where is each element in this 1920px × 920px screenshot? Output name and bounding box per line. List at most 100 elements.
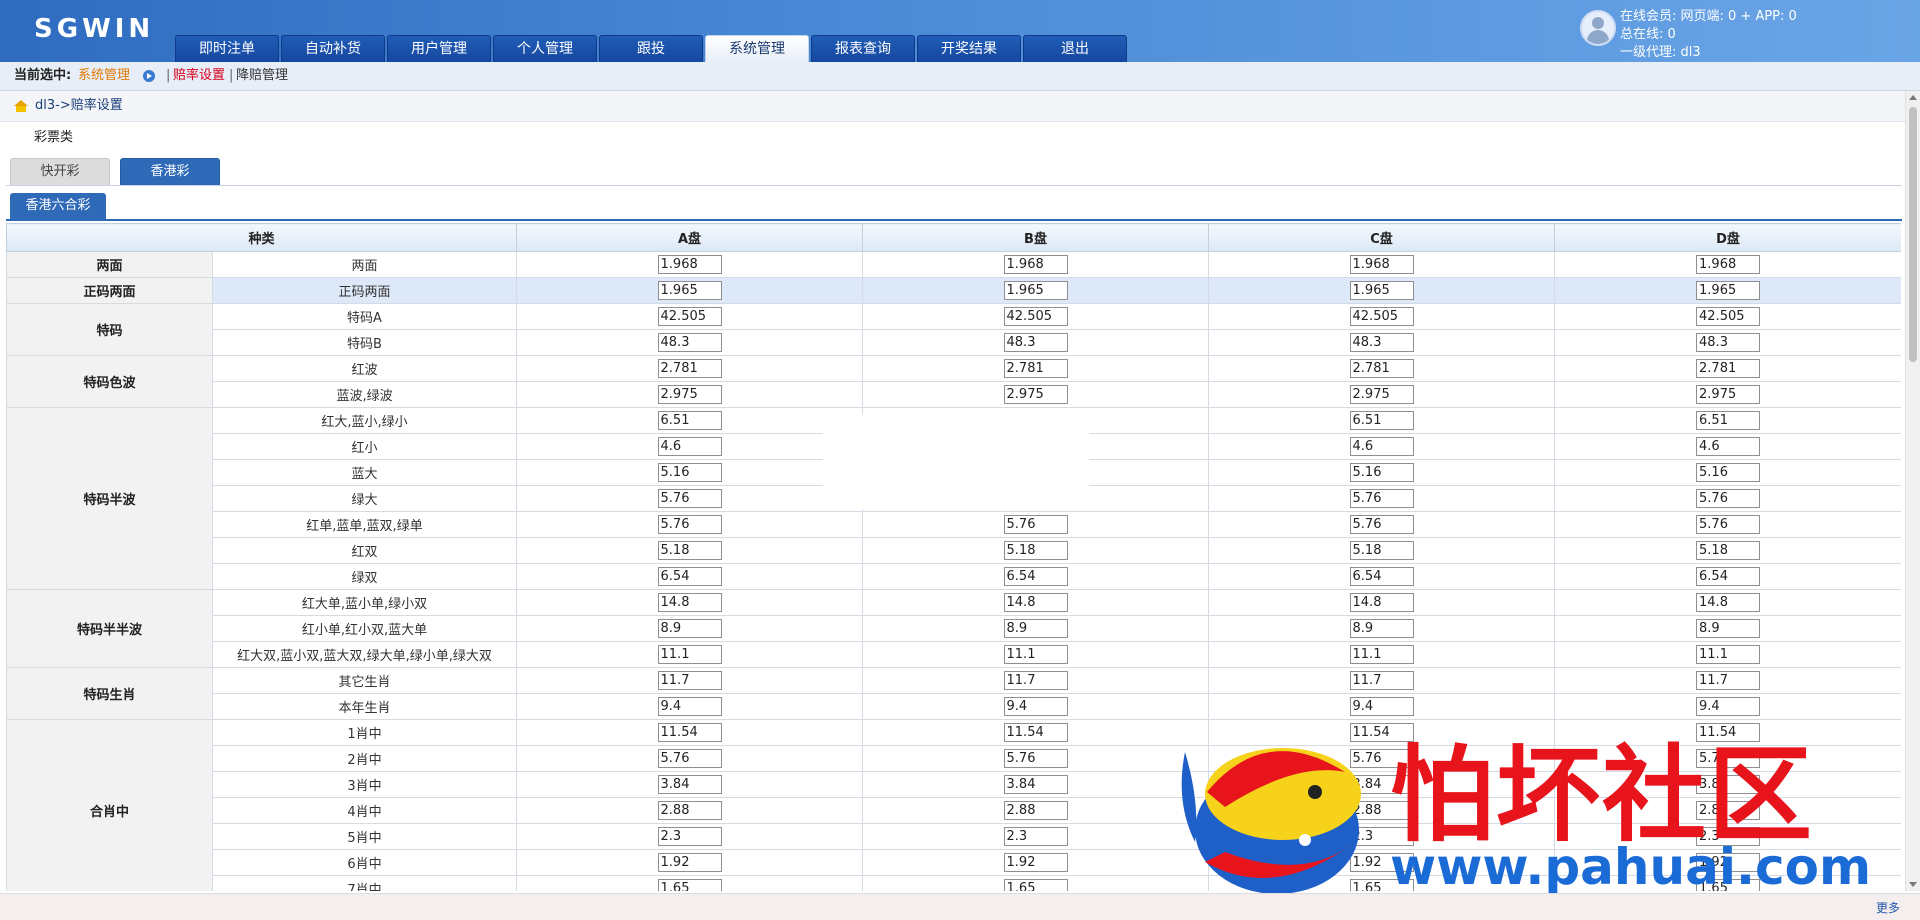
tab-reports[interactable]: 报表查询 bbox=[811, 35, 915, 62]
odds-input[interactable]: 2.781 bbox=[1349, 359, 1414, 378]
odds-input[interactable]: 14.8 bbox=[1003, 593, 1068, 612]
odds-input[interactable]: 5.16 bbox=[657, 463, 722, 482]
odds-input[interactable]: 3.84 bbox=[1003, 775, 1068, 794]
home-icon[interactable] bbox=[14, 100, 28, 112]
odds-input[interactable]: 1.965 bbox=[1696, 281, 1761, 300]
odds-input[interactable]: 5.76 bbox=[1349, 489, 1414, 508]
odds-input[interactable]: 3.84 bbox=[657, 775, 722, 794]
odds-input[interactable]: 1.65 bbox=[657, 879, 722, 891]
odds-input[interactable]: 2.975 bbox=[1349, 385, 1414, 404]
odds-input[interactable]: 2.975 bbox=[1003, 385, 1068, 404]
odds-input[interactable]: 11.54 bbox=[1003, 723, 1068, 742]
odds-input[interactable]: 6.51 bbox=[657, 411, 722, 430]
odds-input[interactable]: 5.76 bbox=[657, 489, 722, 508]
odds-input[interactable]: 2.3 bbox=[657, 827, 722, 846]
odds-input[interactable]: 6.51 bbox=[1696, 411, 1761, 430]
odds-input[interactable]: 11.1 bbox=[1003, 645, 1068, 664]
odds-input[interactable]: 5.76 bbox=[1696, 489, 1761, 508]
odds-input[interactable]: 9.4 bbox=[1003, 697, 1068, 716]
odds-input[interactable]: 2.975 bbox=[657, 385, 722, 404]
odds-input[interactable]: 42.505 bbox=[1696, 307, 1761, 326]
scroll-thumb[interactable] bbox=[1909, 107, 1917, 362]
odds-input[interactable]: 5.16 bbox=[1696, 463, 1761, 482]
odds-input[interactable]: 1.965 bbox=[657, 281, 722, 300]
odds-input[interactable]: 1.968 bbox=[1696, 255, 1761, 274]
odds-input[interactable]: 2.781 bbox=[1696, 359, 1761, 378]
odds-input[interactable]: 1.965 bbox=[1349, 281, 1414, 300]
odds-input[interactable]: 2.781 bbox=[657, 359, 722, 378]
odds-input[interactable]: 1.965 bbox=[1003, 281, 1068, 300]
odds-input[interactable]: 6.54 bbox=[1349, 567, 1414, 586]
odds-input[interactable]: 8.9 bbox=[1349, 619, 1414, 638]
odds-input[interactable]: 48.3 bbox=[1003, 333, 1068, 352]
logout-button[interactable]: 退出 bbox=[1023, 35, 1127, 62]
odds-input[interactable]: 1.65 bbox=[1003, 879, 1068, 891]
odds-input[interactable]: 4.6 bbox=[657, 437, 722, 456]
odds-input[interactable]: 5.18 bbox=[1349, 541, 1414, 560]
odds-input[interactable]: 48.3 bbox=[1696, 333, 1761, 352]
scroll-up-icon[interactable] bbox=[1909, 95, 1917, 100]
tab-user-management[interactable]: 用户管理 bbox=[387, 35, 491, 62]
odds-input[interactable]: 9.4 bbox=[657, 697, 722, 716]
odds-input[interactable]: 2.88 bbox=[657, 801, 722, 820]
odds-input[interactable]: 2.3 bbox=[1003, 827, 1068, 846]
odds-input[interactable]: 2.88 bbox=[1003, 801, 1068, 820]
odds-input[interactable]: 48.3 bbox=[657, 333, 722, 352]
vertical-scrollbar[interactable] bbox=[1905, 91, 1920, 891]
tab-auto-replenish[interactable]: 自动补货 bbox=[281, 35, 385, 62]
odds-input[interactable]: 4.6 bbox=[1696, 437, 1761, 456]
user-avatar-icon[interactable] bbox=[1580, 10, 1616, 46]
tab-personal[interactable]: 个人管理 bbox=[493, 35, 597, 62]
odds-drop-link[interactable]: 降赔管理 bbox=[236, 62, 288, 90]
odds-input[interactable]: 1.968 bbox=[1349, 255, 1414, 274]
tab-instant-bets[interactable]: 即时注单 bbox=[175, 35, 279, 62]
odds-input[interactable]: 42.505 bbox=[1003, 307, 1068, 326]
odds-input[interactable]: 8.9 bbox=[1003, 619, 1068, 638]
tab-hk-mark-six[interactable]: 香港六合彩 bbox=[10, 193, 106, 219]
arrow-right-icon[interactable] bbox=[143, 70, 155, 82]
odds-input[interactable]: 8.9 bbox=[657, 619, 722, 638]
odds-input[interactable]: 11.1 bbox=[657, 645, 722, 664]
odds-input[interactable]: 2.781 bbox=[1003, 359, 1068, 378]
odds-input[interactable]: 6.54 bbox=[657, 567, 722, 586]
odds-input[interactable]: 14.8 bbox=[657, 593, 722, 612]
odds-input[interactable]: 42.505 bbox=[1349, 307, 1414, 326]
odds-settings-link[interactable]: 赔率设置 bbox=[173, 62, 225, 90]
odds-input[interactable]: 6.54 bbox=[1696, 567, 1761, 586]
odds-input[interactable]: 2.975 bbox=[1696, 385, 1761, 404]
odds-input[interactable]: 5.16 bbox=[1349, 463, 1414, 482]
odds-input[interactable]: 6.54 bbox=[1003, 567, 1068, 586]
odds-input[interactable]: 5.76 bbox=[657, 749, 722, 768]
odds-input[interactable]: 14.8 bbox=[1696, 593, 1761, 612]
odds-input[interactable]: 5.76 bbox=[1003, 515, 1068, 534]
odds-input[interactable]: 14.8 bbox=[1349, 593, 1414, 612]
odds-input[interactable]: 1.968 bbox=[1003, 255, 1068, 274]
odds-input[interactable]: 5.76 bbox=[657, 515, 722, 534]
odds-input[interactable]: 5.76 bbox=[1003, 749, 1068, 768]
odds-input[interactable]: 4.6 bbox=[1349, 437, 1414, 456]
tab-draw-results[interactable]: 开奖结果 bbox=[917, 35, 1021, 62]
odds-input[interactable]: 11.7 bbox=[1003, 671, 1068, 690]
odds-input[interactable]: 6.51 bbox=[1349, 411, 1414, 430]
odds-input[interactable]: 48.3 bbox=[1349, 333, 1414, 352]
scroll-down-icon[interactable] bbox=[1909, 882, 1917, 887]
odds-input[interactable]: 5.18 bbox=[657, 541, 722, 560]
odds-input[interactable]: 11.7 bbox=[657, 671, 722, 690]
odds-input[interactable]: 11.7 bbox=[1696, 671, 1761, 690]
more-link[interactable]: 更多 bbox=[1876, 899, 1900, 916]
odds-input[interactable]: 42.505 bbox=[657, 307, 722, 326]
current-selection-value[interactable]: 系统管理 bbox=[78, 62, 130, 90]
odds-input[interactable]: 5.76 bbox=[1696, 515, 1761, 534]
odds-input[interactable]: 11.1 bbox=[1696, 645, 1761, 664]
odds-input[interactable]: 1.92 bbox=[1003, 853, 1068, 872]
odds-input[interactable]: 1.968 bbox=[657, 255, 722, 274]
odds-input[interactable]: 5.18 bbox=[1003, 541, 1068, 560]
odds-input[interactable]: 11.1 bbox=[1349, 645, 1414, 664]
odds-input[interactable]: 11.7 bbox=[1349, 671, 1414, 690]
tab-system-management[interactable]: 系统管理 bbox=[705, 35, 809, 62]
odds-input[interactable]: 5.76 bbox=[1349, 515, 1414, 534]
tab-hongkong[interactable]: 香港彩 bbox=[120, 158, 220, 186]
odds-input[interactable]: 5.18 bbox=[1696, 541, 1761, 560]
tab-kuaikai[interactable]: 快开彩 bbox=[10, 158, 110, 186]
odds-input[interactable]: 1.92 bbox=[657, 853, 722, 872]
